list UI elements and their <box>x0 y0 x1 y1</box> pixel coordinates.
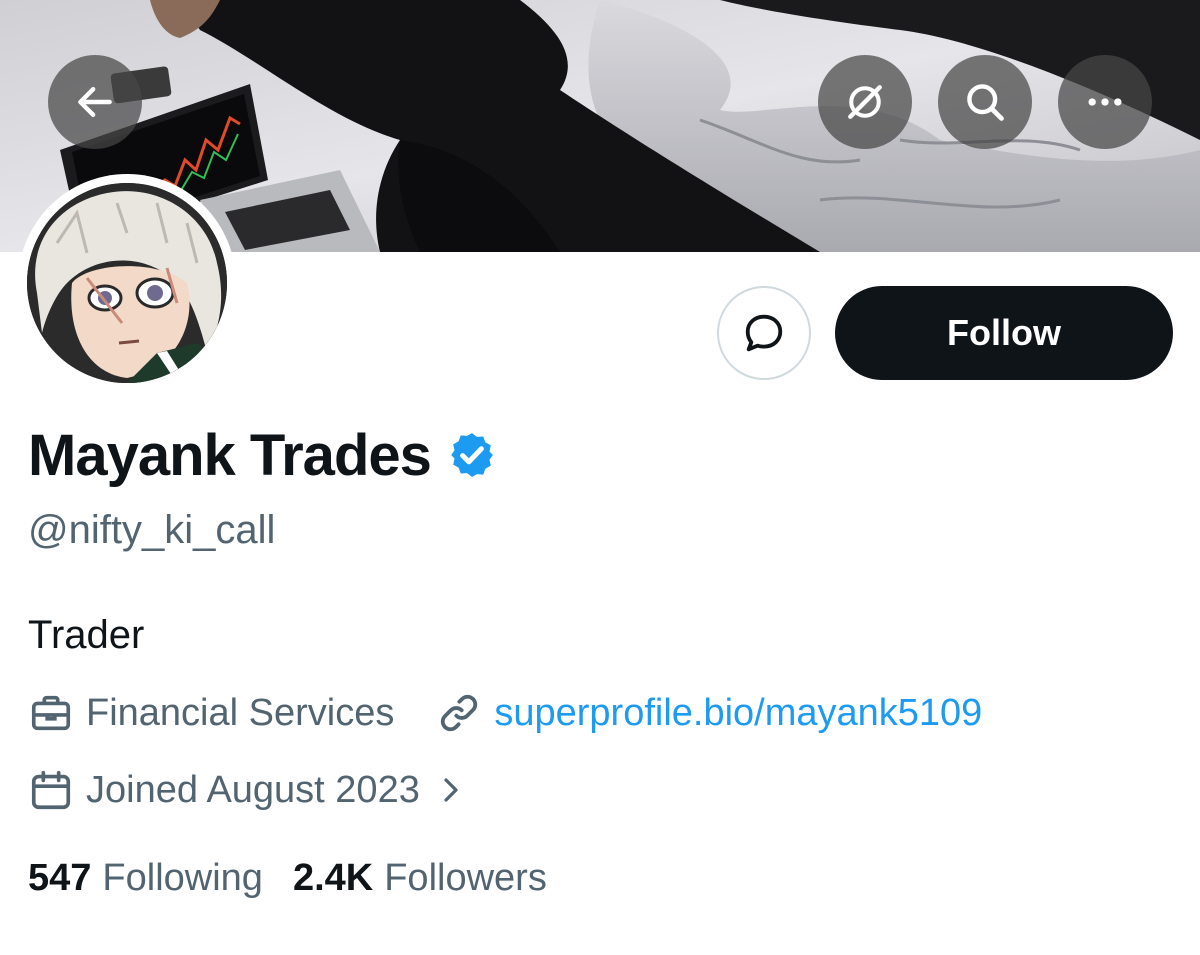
briefcase-icon <box>31 695 71 731</box>
grok-button[interactable] <box>818 55 912 149</box>
joined-label: Joined August 2023 <box>86 768 420 811</box>
chevron-right-icon[interactable] <box>436 775 466 805</box>
followers-label: Followers <box>384 856 547 899</box>
following-count: 547 <box>28 856 92 899</box>
calendar-icon <box>31 770 71 810</box>
follow-stats: 547 Following 2.4K Followers <box>28 852 547 904</box>
grok-icon <box>848 85 882 119</box>
website-link[interactable]: superprofile.bio/mayank5109 <box>494 692 982 735</box>
profile-meta-row: Financial Services superprofile.bio/maya… <box>28 688 982 738</box>
arrow-left-icon <box>78 86 112 118</box>
avatar[interactable] <box>18 174 236 392</box>
message-bubble-icon <box>745 314 783 352</box>
avatar-image <box>27 183 227 383</box>
name-row: Mayank Trades <box>28 420 497 490</box>
following-stat[interactable]: 547 Following <box>28 857 263 900</box>
search-button[interactable] <box>938 55 1032 149</box>
search-icon <box>967 84 1004 121</box>
follow-button[interactable]: Follow <box>835 286 1173 380</box>
bio: Trader <box>28 613 145 657</box>
followers-stat[interactable]: 2.4K Followers <box>293 857 547 900</box>
more-dots-icon <box>1088 98 1122 106</box>
message-button[interactable] <box>717 286 811 380</box>
joined-row[interactable]: Joined August 2023 <box>28 765 466 815</box>
handle: @nifty_ki_call <box>28 508 276 552</box>
following-label: Following <box>102 856 263 899</box>
display-name: Mayank Trades <box>28 422 432 488</box>
link-icon <box>441 694 478 732</box>
back-button[interactable] <box>48 55 142 149</box>
category-item: Financial Services <box>28 690 394 736</box>
website-item[interactable]: superprofile.bio/mayank5109 <box>436 690 982 736</box>
followers-count: 2.4K <box>292 856 374 899</box>
verified-badge-icon[interactable] <box>447 430 497 480</box>
category-label: Financial Services <box>86 691 395 734</box>
more-button[interactable] <box>1058 55 1152 149</box>
